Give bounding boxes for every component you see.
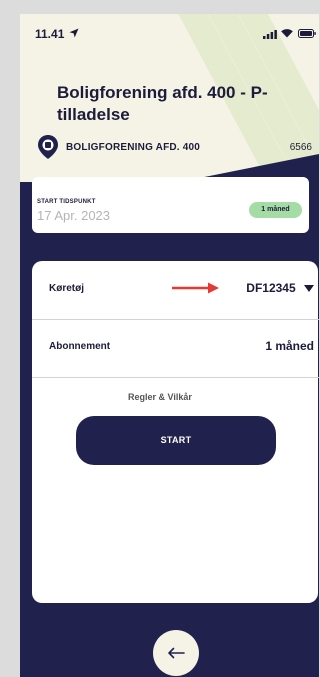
status-bar: 11.41 bbox=[20, 14, 319, 54]
subscription-value: 1 måned bbox=[265, 339, 314, 353]
start-time-value: 17 Apr. 2023 bbox=[37, 208, 111, 223]
signal-icon bbox=[263, 30, 277, 39]
page-title: Boligforening afd. 400 - P-tilladelse bbox=[57, 83, 268, 124]
terms-link[interactable]: Regler & Vilkår bbox=[128, 392, 192, 402]
subscription-row[interactable]: Abonnement 1 måned bbox=[49, 319, 314, 374]
arrow-left-icon bbox=[168, 647, 185, 659]
start-time-label: START TIDSPUNKT bbox=[37, 199, 96, 205]
subscription-label: Abonnement bbox=[49, 341, 111, 352]
row-divider bbox=[32, 377, 319, 378]
duration-badge: 1 måned bbox=[249, 202, 302, 218]
vehicle-dropdown[interactable]: DF12345 bbox=[246, 281, 314, 295]
vehicle-label: Køretøj bbox=[49, 283, 84, 294]
wifi-icon bbox=[281, 29, 293, 38]
back-button[interactable] bbox=[153, 630, 199, 676]
phone-screen: 11.41 Boligforening afd. 400 - P-tillade… bbox=[20, 14, 319, 677]
vehicle-value: DF12345 bbox=[246, 281, 296, 295]
zone-info: BOLIGFORENING AFD. 400 6566 bbox=[37, 134, 312, 160]
parking-pin-icon bbox=[38, 135, 58, 159]
start-button[interactable]: START bbox=[76, 416, 276, 465]
battery-icon bbox=[298, 29, 316, 38]
caret-down-icon bbox=[304, 285, 314, 293]
zone-code: 6566 bbox=[289, 142, 312, 153]
status-time: 11.41 bbox=[35, 27, 65, 41]
location-arrow-icon bbox=[69, 28, 79, 38]
red-arrow-annotation bbox=[172, 282, 219, 294]
zone-name: BOLIGFORENING AFD. 400 bbox=[66, 142, 201, 153]
